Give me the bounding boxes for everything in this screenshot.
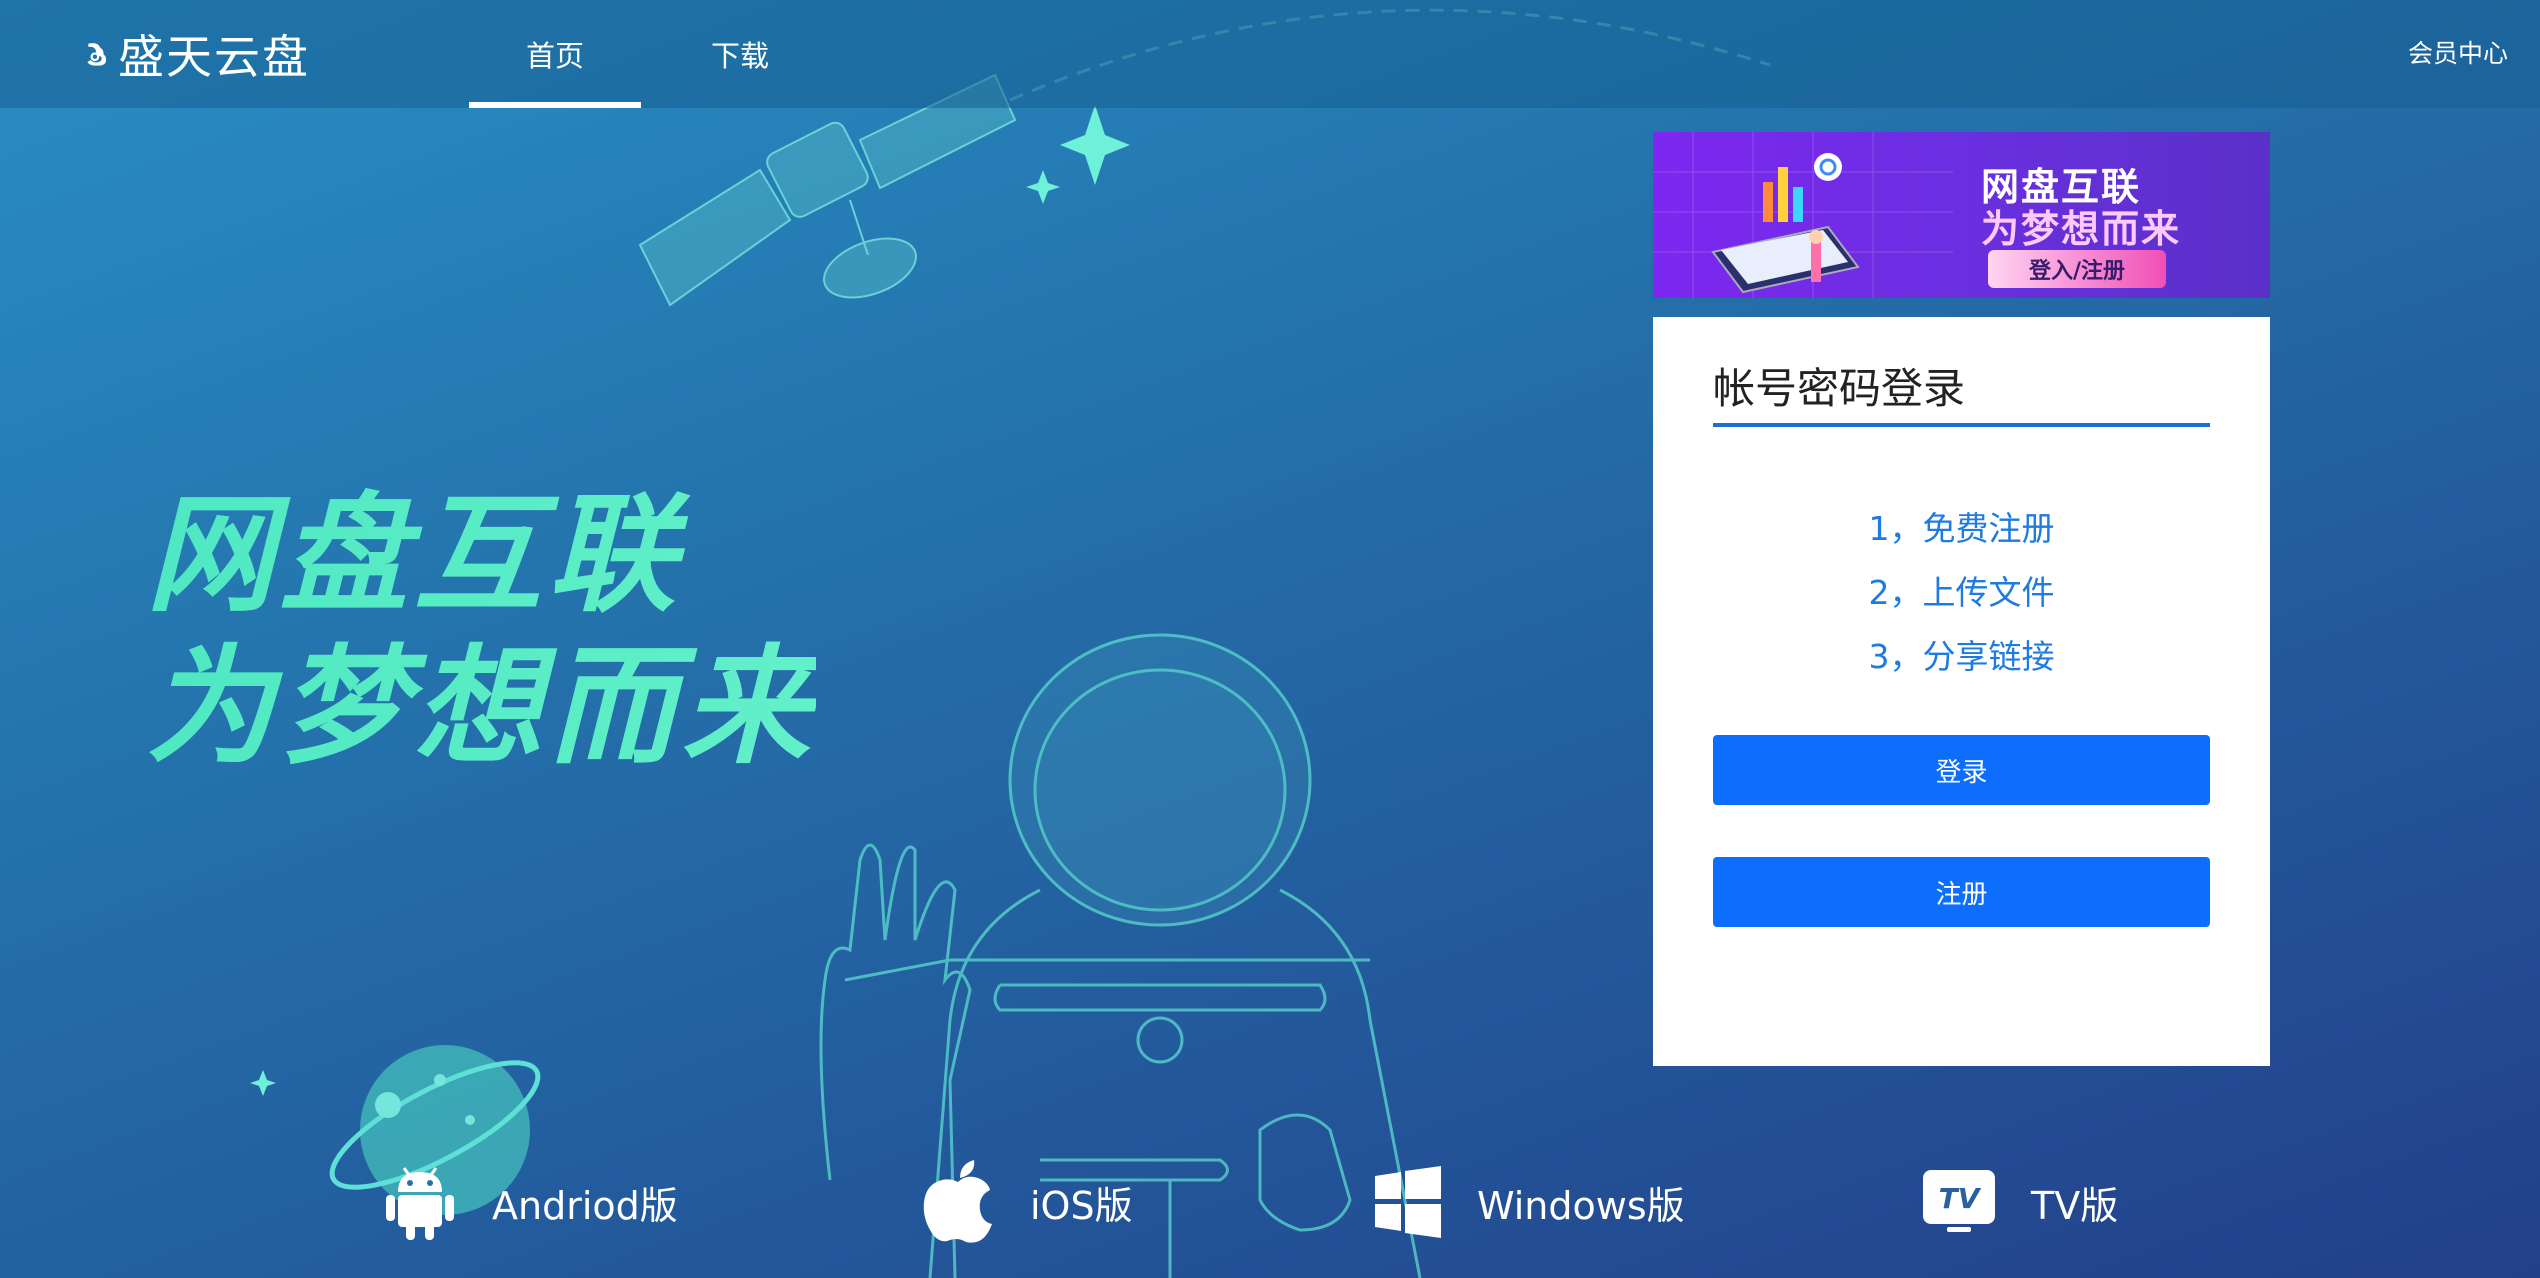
hero-line-1: 网盘互联 [146, 481, 683, 630]
nav-home[interactable]: 首页 [469, 0, 641, 108]
banner-login-register-button[interactable]: 登入/注册 [1988, 250, 2166, 288]
download-tv[interactable]: TV TV版 [1923, 1160, 2118, 1244]
download-tv-label: TV版 [2031, 1183, 2119, 1228]
hero-slogan: 网盘互联 为梦想而来 [146, 480, 816, 784]
member-center-link[interactable]: 会员中心 [2408, 34, 2508, 70]
satellite-icon [638, 73, 1017, 307]
android-icon [386, 1167, 454, 1240]
windows-icon [1375, 1166, 1441, 1238]
promo-banner[interactable]: 网盘互联 为梦想而来 登入/注册 [1653, 132, 2270, 298]
step-item: 2，上传文件 [1868, 573, 2055, 612]
top-navigation-bar [0, 0, 2540, 108]
apple-icon [923, 1160, 992, 1243]
nav-download[interactable]: 下载 [694, 0, 786, 108]
download-ios-label: iOS版 [1030, 1183, 1133, 1228]
cloud-logo-icon [87, 43, 107, 66]
register-button[interactable]: 注册 [1713, 857, 2210, 927]
download-android-label: Andriod版 [492, 1183, 678, 1228]
step-item: 3，分享链接 [1868, 637, 2055, 676]
logo-text: 盛天云盘 [118, 30, 310, 82]
login-button[interactable]: 登录 [1713, 735, 2210, 805]
hero-line-2: 为梦想而来 [146, 633, 817, 782]
download-ios[interactable]: iOS版 [922, 1160, 1133, 1244]
title-underline [1713, 423, 2210, 427]
svg-text:TV: TV [1939, 1182, 1982, 1215]
step-item: 1，免费注册 [1868, 509, 2055, 548]
site-logo[interactable]: 盛天云盘 [84, 26, 310, 82]
banner-title-line-2: 为梦想而来 [1981, 207, 2182, 251]
login-card: 帐号密码登录 1，免费注册 2，上传文件 3，分享链接 登录 注册 [1653, 317, 2270, 1066]
steps-list: 1，免费注册 2，上传文件 3，分享链接 [1653, 497, 2270, 689]
download-windows[interactable]: Windows版 [1375, 1160, 1685, 1244]
tv-icon: TV [1923, 1170, 1995, 1232]
download-android[interactable]: Andriod版 [384, 1160, 678, 1244]
login-card-title: 帐号密码登录 [1713, 364, 1966, 413]
phone-dashboard-illustration [1653, 132, 1953, 298]
download-windows-label: Windows版 [1477, 1183, 1685, 1228]
